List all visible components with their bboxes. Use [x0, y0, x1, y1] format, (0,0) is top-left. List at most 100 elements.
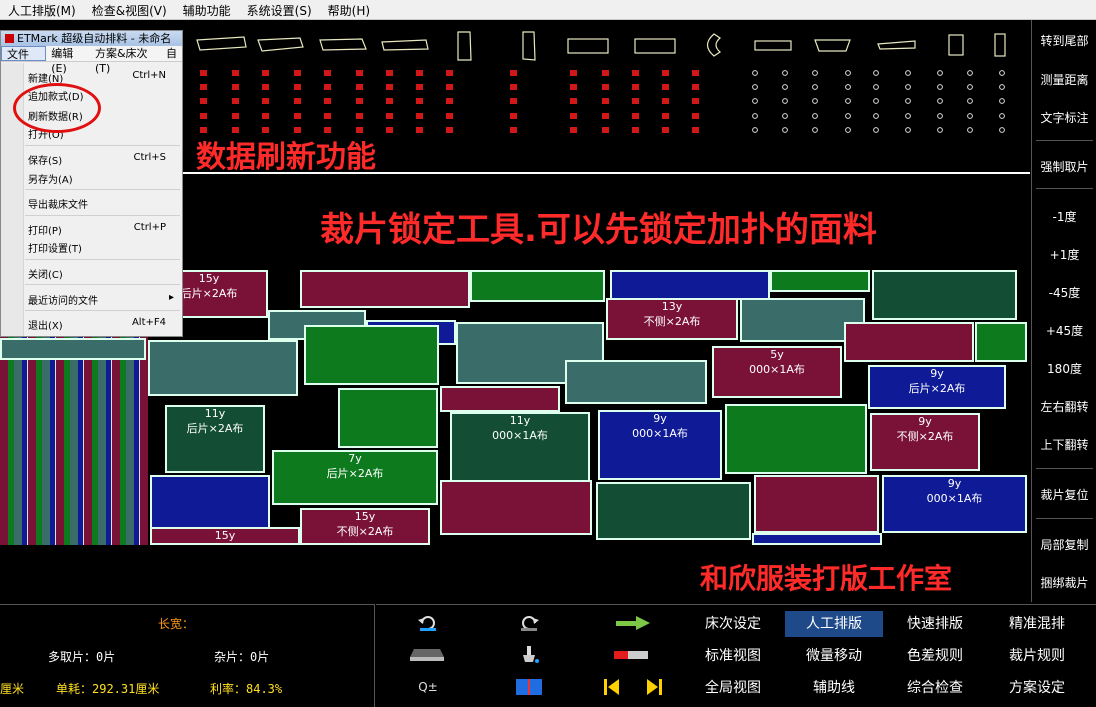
cut-piece[interactable]: [725, 404, 867, 474]
palette-dot: [294, 113, 301, 119]
guide-line-button[interactable]: 辅助线: [785, 675, 883, 701]
rotate-minus1-button[interactable]: -1度: [1032, 208, 1096, 225]
cut-piece[interactable]: [752, 533, 882, 545]
palette-dot: [446, 113, 453, 119]
ruler-icon[interactable]: [410, 645, 444, 665]
global-view-button[interactable]: 全局视图: [684, 675, 782, 701]
menu-item-exit[interactable]: 退出(X): [28, 317, 63, 332]
cut-piece[interactable]: [844, 322, 974, 362]
palette-dot: [294, 84, 301, 90]
brush-icon[interactable]: [515, 645, 543, 665]
cut-piece[interactable]: 11y 000×1A布: [450, 412, 590, 482]
plan-settings-button[interactable]: 方案设定: [988, 675, 1086, 701]
cut-piece[interactable]: [440, 480, 592, 535]
menu-file[interactable]: 文件(F): [1, 46, 47, 76]
cut-piece[interactable]: [770, 270, 870, 292]
cut-piece[interactable]: 9y 000×1A布: [598, 410, 722, 480]
palette-dot: [782, 70, 788, 76]
bundle-pieces-button[interactable]: 捆绑裁片: [1032, 574, 1096, 591]
palette-dot: [662, 98, 669, 104]
zoom-icon[interactable]: Q±: [414, 677, 442, 697]
slider-icon[interactable]: [614, 645, 648, 665]
flip-horizontal-button[interactable]: 左右翻转: [1032, 398, 1096, 415]
menu-system-settings[interactable]: 系统设置(S): [239, 0, 320, 19]
last-icon[interactable]: [640, 677, 668, 697]
measure-distance-button[interactable]: 测量距离: [1032, 71, 1096, 88]
manual-layout-button[interactable]: 人工排版: [785, 611, 883, 637]
cut-piece[interactable]: 9y 000×1A布: [882, 475, 1027, 533]
rotate-minus45-button[interactable]: -45度: [1032, 284, 1096, 301]
palette-dot: [812, 84, 818, 90]
menu-plan-bed[interactable]: 方案&床次(T): [90, 46, 161, 75]
cut-piece[interactable]: [0, 338, 146, 360]
cut-piece[interactable]: 15y: [150, 527, 300, 545]
cut-piece[interactable]: [872, 270, 1017, 320]
cut-piece[interactable]: 9y 后片×2A布: [868, 365, 1006, 409]
menu-aux-functions[interactable]: 辅助功能: [175, 0, 239, 19]
palette-dot: [200, 84, 207, 90]
palette-dot: [632, 98, 639, 104]
redo-icon[interactable]: [515, 613, 543, 633]
palette-dot: [446, 84, 453, 90]
palette-shape: [567, 38, 609, 54]
cut-piece[interactable]: 7y 后片×2A布: [272, 450, 438, 505]
text-annotation-button[interactable]: 文字标注: [1032, 109, 1096, 126]
reset-piece-button[interactable]: 裁片复位: [1032, 486, 1096, 503]
cut-piece[interactable]: [440, 386, 560, 412]
rotate-plus45-button[interactable]: +45度: [1032, 322, 1096, 339]
arrow-right-icon[interactable]: [616, 613, 650, 633]
comprehensive-check-button[interactable]: 综合检查: [886, 675, 984, 701]
cut-piece[interactable]: [565, 360, 707, 404]
cut-piece[interactable]: 9y 不侧×2A布: [870, 413, 980, 471]
cut-piece[interactable]: [596, 482, 751, 540]
first-icon[interactable]: [598, 677, 626, 697]
menu-item-print[interactable]: 打印(P): [28, 222, 62, 237]
rotate-plus1-button[interactable]: +1度: [1032, 246, 1096, 263]
menu-item-print-setup[interactable]: 打印设置(T): [28, 240, 82, 255]
palette-dot: [782, 127, 788, 133]
cut-piece[interactable]: [304, 325, 439, 385]
bed-settings-button[interactable]: 床次设定: [684, 611, 782, 637]
menu-item-save-as[interactable]: 另存为(A): [28, 171, 73, 186]
piece-rules-button[interactable]: 裁片规则: [988, 643, 1086, 669]
local-copy-button[interactable]: 局部复制: [1032, 536, 1096, 553]
goto-end-button[interactable]: 转到尾部: [1032, 32, 1096, 49]
cut-piece[interactable]: [470, 270, 605, 302]
undo-icon[interactable]: [414, 613, 442, 633]
menu-help[interactable]: 帮助(H): [320, 0, 378, 19]
force-pick-button[interactable]: 强制取片: [1032, 158, 1096, 175]
menu-item-close[interactable]: 关闭(C): [28, 266, 63, 281]
standard-view-button[interactable]: 标准视图: [684, 643, 782, 669]
cut-piece[interactable]: 13y 不侧×2A布: [606, 298, 738, 340]
palette-dot: [510, 84, 517, 90]
menu-check-view[interactable]: 检查&视图(V): [84, 0, 175, 19]
rotate-180-button[interactable]: 180度: [1032, 360, 1096, 377]
split-view-icon[interactable]: [515, 677, 543, 697]
menu-more[interactable]: 自: [161, 46, 182, 61]
menu-item-export-cutter[interactable]: 导出裁床文件: [28, 196, 88, 211]
color-diff-rules-button[interactable]: 色差规则: [886, 643, 984, 669]
menu-manual-layout[interactable]: 人工排版(M): [0, 0, 84, 19]
cut-piece[interactable]: [975, 322, 1027, 362]
cut-piece[interactable]: 15y 不侧×2A布: [300, 508, 430, 545]
menu-edit[interactable]: 编辑(E): [46, 46, 90, 75]
unit-consumption: 单耗：292.31厘米: [56, 682, 160, 696]
palette-dot: [570, 127, 577, 133]
palette-dot: [570, 113, 577, 119]
palette-shape: [994, 33, 1006, 57]
quick-layout-button[interactable]: 快速排版: [886, 611, 984, 637]
cut-piece[interactable]: [300, 270, 470, 308]
cut-piece[interactable]: 11y 后片×2A布: [165, 405, 265, 473]
cut-piece[interactable]: [338, 388, 438, 448]
cut-piece[interactable]: 5y 000×1A布: [712, 346, 842, 398]
precise-mix-button[interactable]: 精准混排: [988, 611, 1086, 637]
menu-item-save[interactable]: 保存(S): [28, 152, 62, 167]
cut-piece[interactable]: [610, 270, 770, 300]
cut-piece[interactable]: [148, 340, 298, 396]
flip-vertical-button[interactable]: 上下翻转: [1032, 436, 1096, 453]
micro-move-button[interactable]: 微量移动: [785, 643, 883, 669]
bottom-toolbar: Q± 床次设定 人工排版 快速排版 精准混排 标准视图 微量移动 色差规则 裁片…: [376, 604, 1096, 707]
menu-item-recent-files[interactable]: 最近访问的文件: [28, 292, 98, 307]
palette-shape: [814, 39, 851, 52]
cut-piece[interactable]: [754, 475, 879, 533]
